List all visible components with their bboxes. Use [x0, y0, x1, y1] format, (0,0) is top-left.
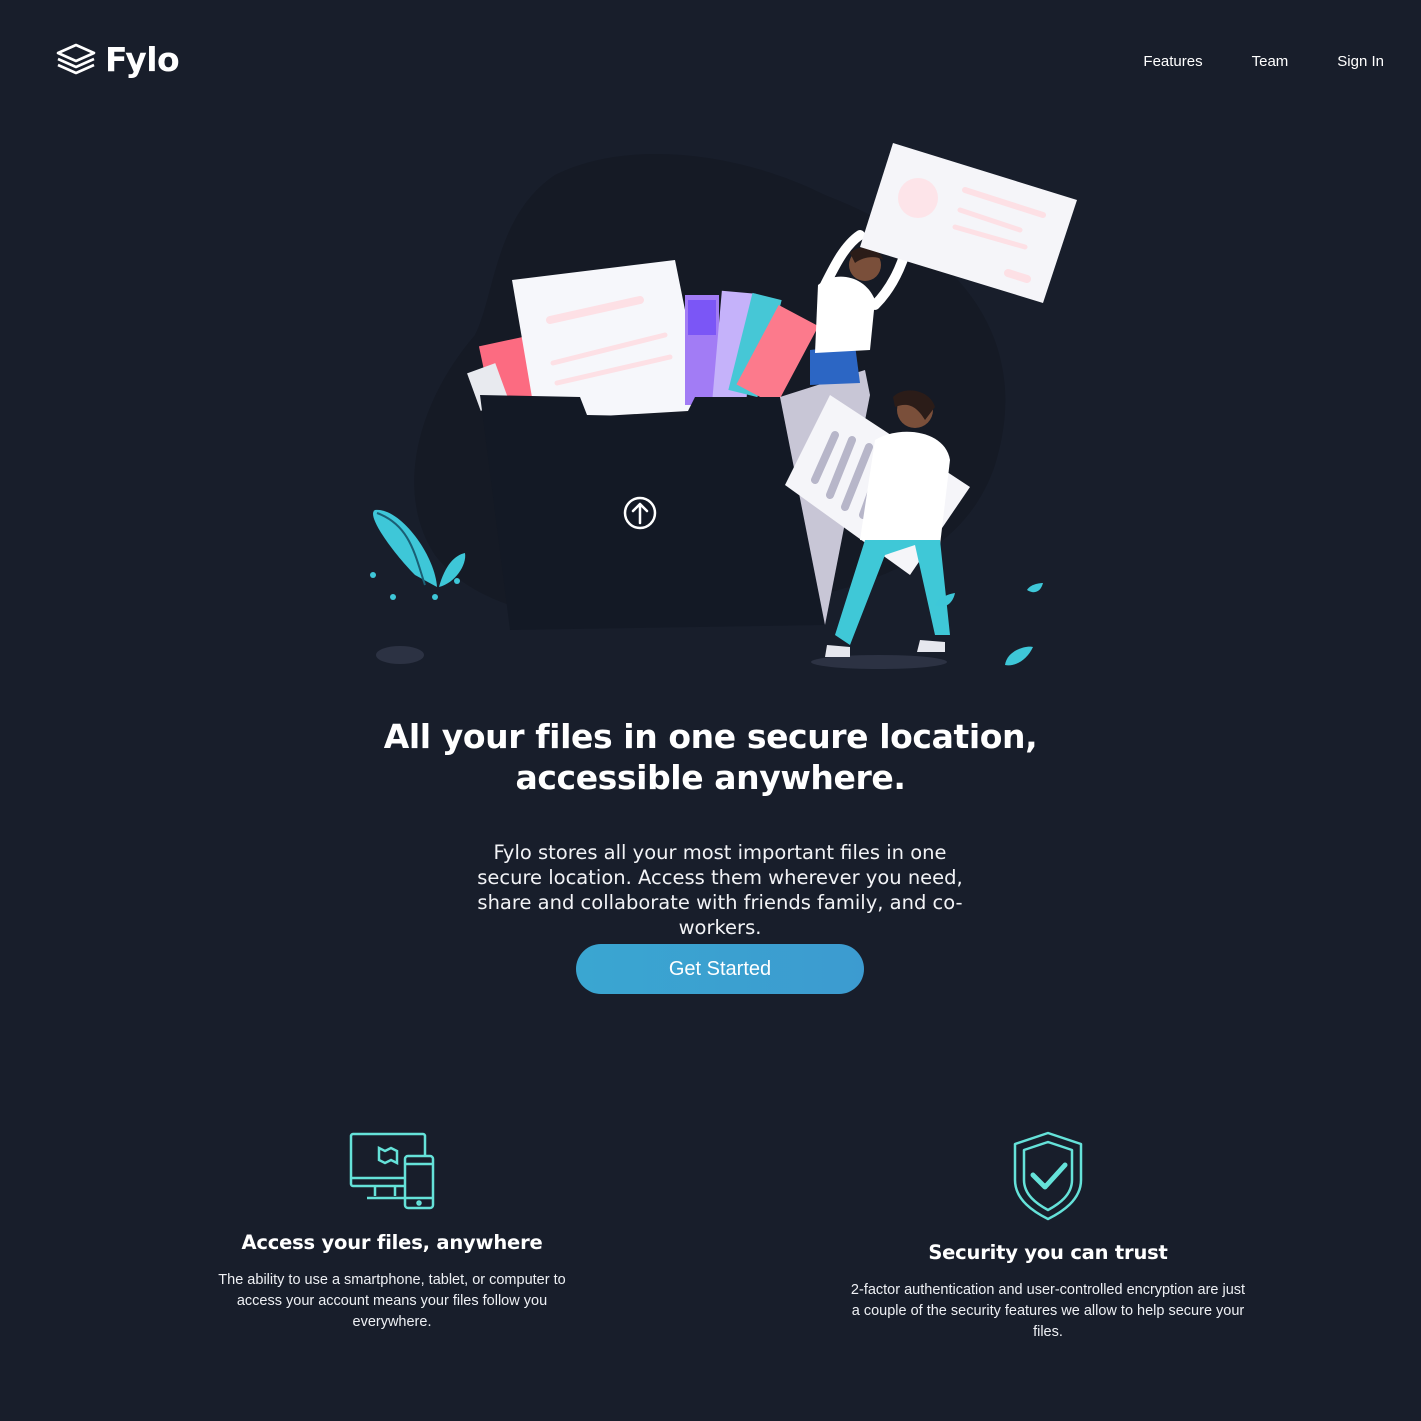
hero-title-line-1: All your files in one secure location, [383, 717, 1038, 756]
main-nav: Features Team Sign In [1143, 52, 1384, 72]
brand-logo[interactable]: Fylo [55, 39, 180, 79]
nav-features[interactable]: Features [1143, 52, 1202, 72]
feature-access-title: Access your files, anywhere [241, 1231, 543, 1254]
stacked-layers-icon [56, 43, 96, 75]
get-started-button[interactable]: Get Started [576, 944, 864, 994]
nav-team[interactable]: Team [1252, 52, 1289, 72]
hero-description: Fylo stores all your most important file… [477, 841, 963, 939]
feature-access-text: The ability to use a smartphone, tablet,… [218, 1272, 566, 1330]
hero-title-line-2: accessible anywhere. [515, 758, 906, 797]
hero-title: All your files in one secure location, a… [0, 716, 1421, 798]
feature-security: Security you can trust 2-factor authenti… [848, 1130, 1248, 1343]
hero-illustration [370, 143, 1077, 669]
nav-sign-in[interactable]: Sign In [1337, 52, 1384, 72]
devices-icon [349, 1132, 435, 1210]
brand-name: Fylo [105, 39, 180, 79]
shield-check-icon [1013, 1131, 1083, 1221]
landing-page: Fylo Features Team Sign In All your file… [0, 0, 1421, 1421]
feature-access: Access your files, anywhere The ability … [202, 1130, 582, 1333]
leaves-decoration [935, 583, 1043, 666]
feature-security-text: 2-factor authentication and user-control… [850, 1282, 1246, 1340]
feature-security-title: Security you can trust [928, 1241, 1168, 1264]
